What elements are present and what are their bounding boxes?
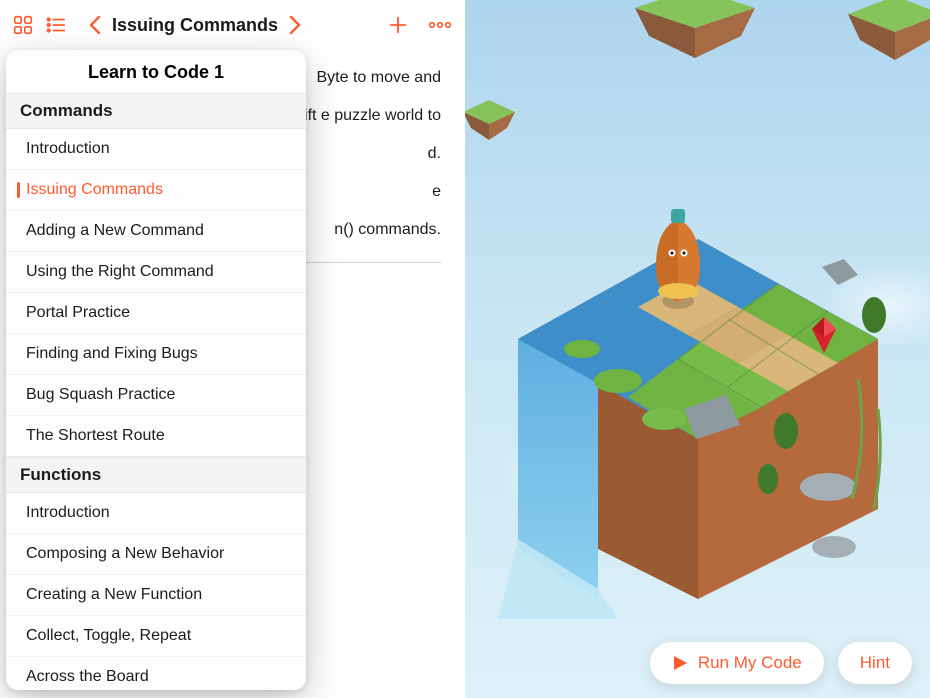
popover-item[interactable]: Introduction — [6, 493, 306, 534]
byte-character — [656, 209, 700, 309]
popover-item[interactable]: The Shortest Route — [6, 416, 306, 457]
popover-list[interactable]: CommandsIntroductionIssuing CommandsAddi… — [6, 93, 306, 690]
popover-section-header: Functions — [6, 457, 306, 493]
toolbar: Issuing Commands — [0, 0, 465, 50]
popover-item[interactable]: Across the Board — [6, 657, 306, 690]
popover-title: Learn to Code 1 — [6, 50, 306, 93]
popover-item[interactable]: Bug Squash Practice — [6, 375, 306, 416]
popover-item[interactable]: Portal Practice — [6, 293, 306, 334]
popover-item[interactable]: Collect, Toggle, Repeat — [6, 616, 306, 657]
popover-item[interactable]: Adding a New Command — [6, 211, 306, 252]
popover-item[interactable]: Finding and Fixing Bugs — [6, 334, 306, 375]
chapter-popover: Learn to Code 1 CommandsIntroductionIssu… — [6, 50, 306, 690]
puzzle-world — [478, 79, 918, 619]
more-icon[interactable] — [427, 9, 453, 41]
popover-item[interactable]: Issuing Commands — [6, 170, 306, 211]
popover-item[interactable]: Using the Right Command — [6, 252, 306, 293]
hint-button[interactable]: Hint — [838, 642, 912, 684]
hint-label: Hint — [860, 653, 890, 673]
floating-island — [625, 0, 765, 70]
prev-chapter-icon[interactable] — [88, 9, 102, 41]
world-view[interactable]: Run My Code Hint — [465, 0, 930, 698]
instructions-panel: Issuing Commands Byte to move and ems b — [0, 0, 465, 698]
action-buttons: Run My Code Hint — [650, 642, 912, 684]
popover-item[interactable]: Composing a New Behavior — [6, 534, 306, 575]
next-chapter-icon[interactable] — [288, 9, 302, 41]
run-code-label: Run My Code — [698, 653, 802, 673]
play-icon — [672, 655, 688, 671]
chapter-title[interactable]: Issuing Commands — [112, 15, 278, 36]
add-icon[interactable] — [387, 9, 409, 41]
run-code-button[interactable]: Run My Code — [650, 642, 824, 684]
popover-item[interactable]: Introduction — [6, 129, 306, 170]
grid-view-icon[interactable] — [12, 9, 34, 41]
popover-item[interactable]: Creating a New Function — [6, 575, 306, 616]
list-view-icon[interactable] — [44, 9, 68, 41]
floating-island — [840, 0, 930, 70]
popover-section-header: Commands — [6, 93, 306, 129]
